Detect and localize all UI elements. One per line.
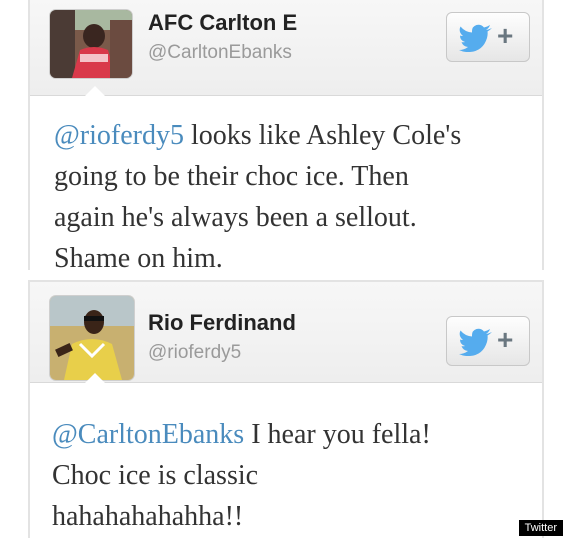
author-handle[interactable]: @rioferdy5 [148, 342, 241, 364]
tweet-header: Rio Ferdinand @rioferdy5 + [30, 282, 542, 383]
tweet-text-line: looks like Ashley Cole's [183, 120, 462, 151]
tweet-text-line: hahahahahahha!! [52, 501, 244, 532]
follow-button[interactable]: + [446, 316, 530, 366]
tweet-text-line: I hear you fella! [244, 419, 431, 450]
avatar[interactable] [50, 296, 134, 380]
watermark-label: Twitter [518, 520, 563, 536]
tweet-text-line: going to be their choc ice. Then [54, 161, 409, 192]
follow-button[interactable]: + [446, 12, 530, 62]
author-name[interactable]: AFC Carlton E [148, 10, 297, 36]
tweet-text-line: Choc ice is classic [52, 460, 259, 491]
tweet-text-line: again he's always been a sellout. [54, 202, 417, 233]
avatar[interactable] [50, 10, 132, 78]
twitter-bird-icon [459, 328, 492, 356]
follow-plus-icon: + [497, 20, 514, 51]
author-handle[interactable]: @CarltonEbanks [148, 42, 292, 64]
tweet-header: AFC Carlton E @CarltonEbanks + [30, 0, 542, 96]
author-name[interactable]: Rio Ferdinand [148, 310, 296, 336]
tweet-text-line: Shame on him. [54, 243, 223, 274]
header-pointer [85, 373, 105, 383]
tweet-text: @rioferdy5 looks like Ashley Cole's goin… [54, 115, 530, 279]
twitter-bird-icon [459, 24, 492, 52]
tweet-text: @CarltonEbanks I hear you fella! Choc ic… [52, 414, 558, 537]
mention-link[interactable]: @rioferdy5 [54, 120, 184, 151]
header-pointer [85, 86, 105, 96]
mention-link[interactable]: @CarltonEbanks [52, 419, 244, 450]
follow-plus-icon: + [497, 324, 514, 355]
tweet-card: AFC Carlton E @CarltonEbanks + @rioferdy… [28, 0, 544, 274]
